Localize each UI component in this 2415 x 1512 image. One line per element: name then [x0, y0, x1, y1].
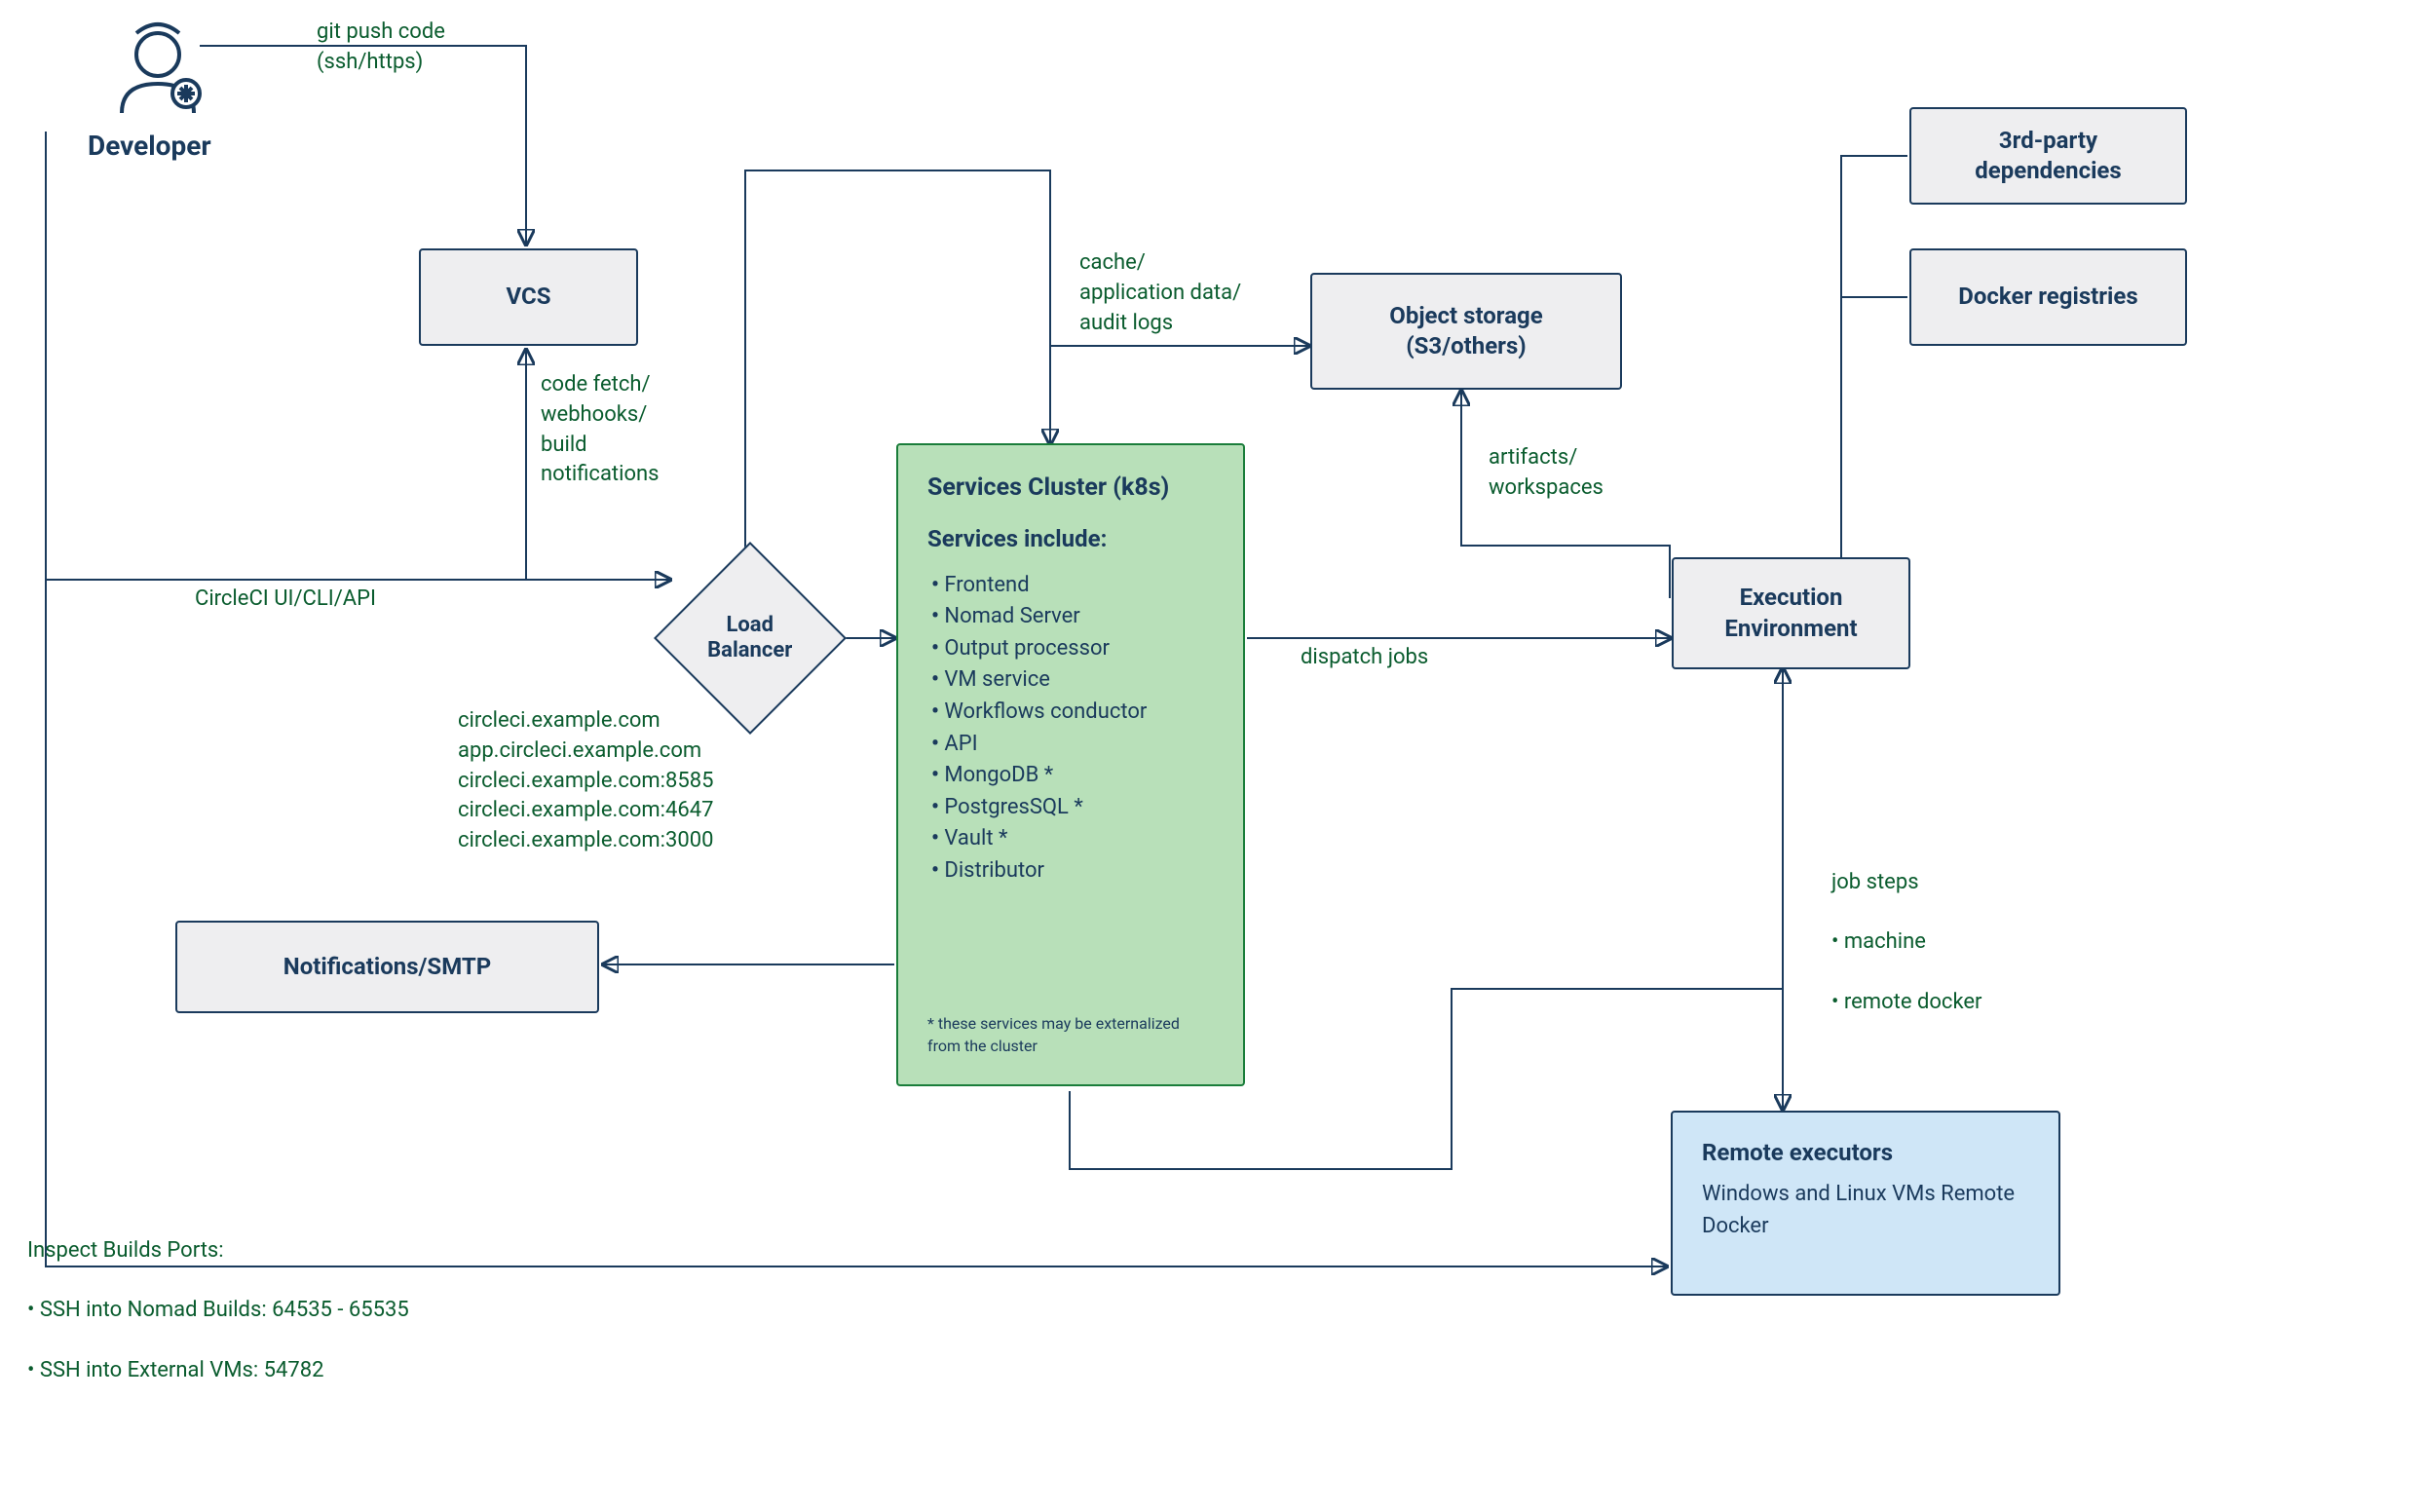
inspect-builds-item: SSH into Nomad Builds: 64535 - 65535 — [27, 1296, 409, 1326]
node-services-cluster: Services Cluster (k8s) Services include:… — [896, 443, 1245, 1086]
remote-executors-sub: Windows and Linux VMs Remote Docker — [1702, 1178, 2029, 1242]
label-dispatch: dispatch jobs — [1301, 643, 1428, 673]
node-third-party: 3rd-party dependencies — [1909, 107, 2187, 205]
label-inspect-builds: Inspect Builds Ports: SSH into Nomad Bui… — [27, 1206, 409, 1417]
node-docker-registries: Docker registries — [1909, 248, 2187, 346]
label-git-push: git push code (ssh/https) — [317, 18, 445, 78]
services-footnote: * these services may be externalized fro… — [927, 1013, 1214, 1057]
node-third-party-label: 3rd-party dependencies — [1933, 126, 2164, 186]
node-object-storage-label: Object storage (S3/others) — [1334, 301, 1599, 361]
label-artifacts: artifacts/ workspaces — [1489, 443, 1604, 504]
node-vcs-label: VCS — [506, 282, 550, 312]
label-job-steps: job steps machine remote docker — [1831, 838, 1982, 1048]
job-steps-item: remote docker — [1831, 988, 1982, 1018]
node-object-storage: Object storage (S3/others) — [1310, 273, 1622, 390]
node-load-balancer-label: Load Balancer — [684, 613, 816, 664]
node-execution-environment: Execution Environment — [1672, 557, 1910, 669]
label-cache: cache/ application data/ audit logs — [1079, 248, 1241, 338]
inspect-builds-item: SSH into External VMs: 54782 — [27, 1356, 409, 1386]
service-item: VM service — [931, 666, 1147, 695]
service-item: Vault * — [931, 825, 1147, 853]
developer-label: Developer — [88, 127, 211, 165]
developer-icon — [112, 19, 205, 122]
node-notifications: Notifications/SMTP — [175, 921, 599, 1013]
services-list: Frontend Nomad Server Output processor V… — [927, 568, 1147, 889]
node-vcs: VCS — [419, 248, 638, 346]
service-item: PostgresSQL * — [931, 794, 1147, 822]
service-item: Distributor — [931, 857, 1147, 886]
service-item: API — [931, 731, 1147, 759]
service-item: Output processor — [931, 635, 1147, 663]
node-docker-registries-label: Docker registries — [1958, 282, 2137, 312]
label-circleci-ui: CircleCI UI/CLI/API — [195, 585, 376, 615]
node-execution-env-label: Execution Environment — [1695, 583, 1887, 643]
service-item: MongoDB * — [931, 762, 1147, 790]
remote-executors-title: Remote executors — [1702, 1138, 1893, 1168]
label-code-fetch: code fetch/ webhooks/ build notification… — [541, 370, 660, 490]
node-notifications-label: Notifications/SMTP — [283, 952, 491, 982]
services-title: Services Cluster (k8s) — [927, 472, 1169, 505]
label-lb-hosts: circleci.example.com app.circleci.exampl… — [458, 706, 713, 856]
services-subtitle: Services include: — [927, 524, 1107, 554]
inspect-builds-title: Inspect Builds Ports: — [27, 1236, 409, 1266]
job-steps-title: job steps — [1831, 868, 1982, 898]
service-item: Workflows conductor — [931, 699, 1147, 727]
job-steps-item: machine — [1831, 927, 1982, 958]
service-item: Frontend — [931, 572, 1147, 600]
node-remote-executors: Remote executors Windows and Linux VMs R… — [1671, 1111, 2060, 1296]
service-item: Nomad Server — [931, 603, 1147, 631]
